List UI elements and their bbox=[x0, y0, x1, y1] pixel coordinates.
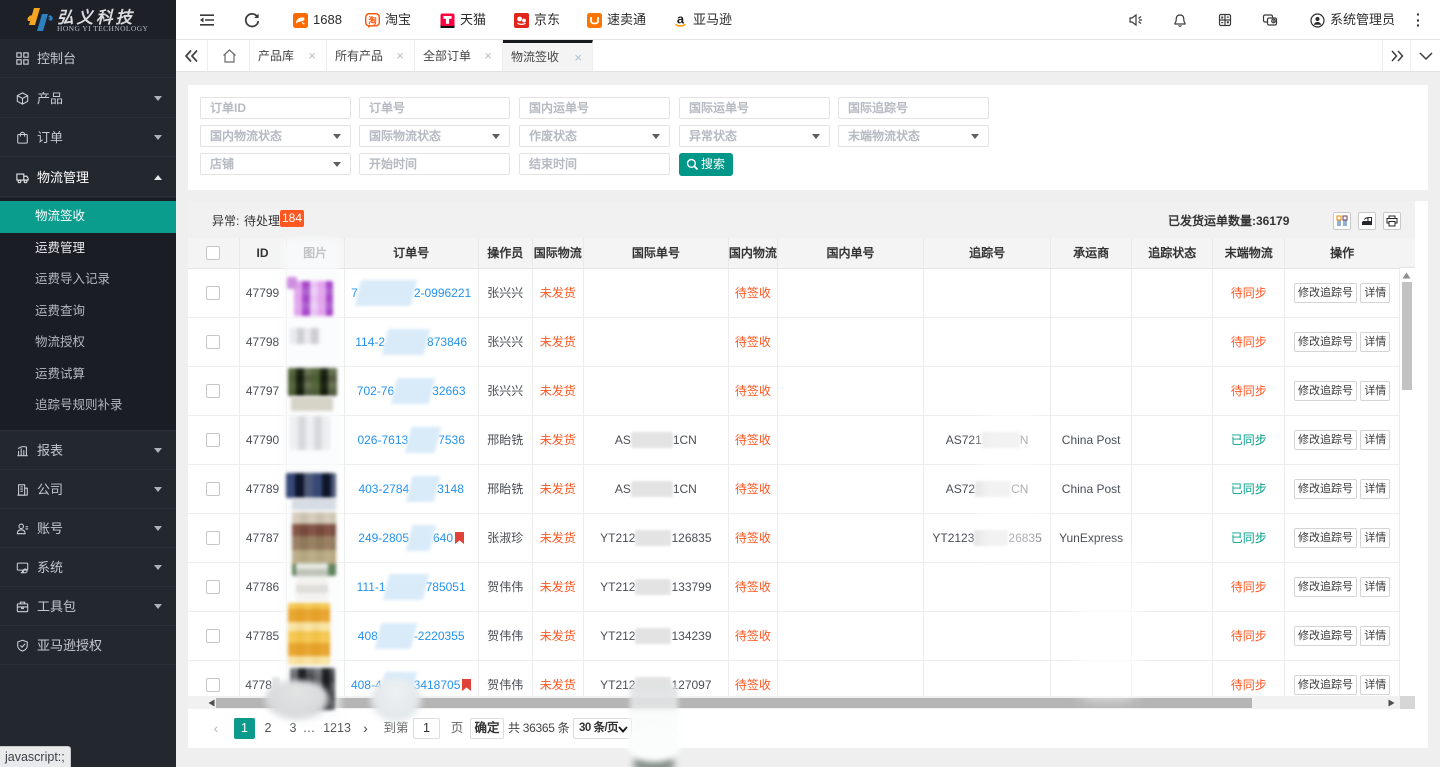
svg-text:淘: 淘 bbox=[368, 16, 377, 26]
